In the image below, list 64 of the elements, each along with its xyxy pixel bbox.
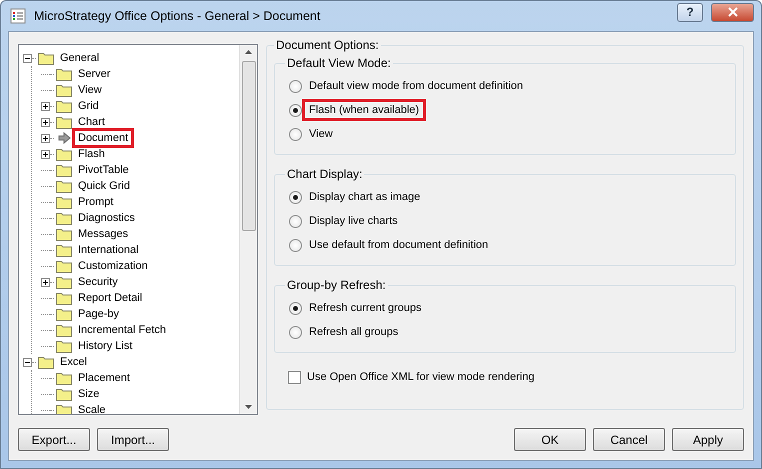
folder-icon (38, 355, 54, 369)
radio-button[interactable] (289, 302, 302, 314)
tree-item[interactable]: Document (72, 128, 134, 148)
radio-button[interactable] (289, 128, 302, 140)
option-label: Use default from document definition (308, 238, 490, 253)
checkbox-label: Use Open Office XML for view mode rendering (307, 371, 534, 383)
app-icon (10, 8, 26, 24)
group-title: Group-by Refresh: (286, 278, 387, 292)
dialog-button[interactable]: Export... (18, 428, 90, 451)
folder-icon (56, 179, 72, 193)
option-label: Display chart as image (308, 190, 422, 205)
folder-icon (56, 275, 72, 289)
folder-icon (56, 147, 72, 161)
folder-icon (38, 51, 54, 65)
option-label: Refresh all groups (308, 325, 400, 340)
folder-icon (56, 83, 72, 97)
collapse-icon[interactable] (23, 54, 32, 62)
dialog-button[interactable]: OK (514, 428, 586, 451)
folder-icon (56, 115, 72, 129)
folder-icon (56, 387, 72, 401)
option-label: Refresh current groups (308, 301, 422, 316)
dialog-button[interactable]: Import... (97, 428, 169, 451)
expand-icon[interactable] (41, 118, 50, 126)
radio-button[interactable] (289, 326, 302, 338)
arrow-icon (56, 131, 72, 145)
folder-icon (56, 323, 72, 337)
close-button[interactable] (711, 2, 754, 22)
radio-button[interactable] (289, 214, 302, 228)
group-title: Default View Mode: (286, 56, 392, 70)
expand-icon[interactable] (41, 150, 50, 158)
radio-button[interactable] (289, 190, 302, 204)
folder-icon (56, 307, 72, 321)
option-label: Flash (when available) (302, 99, 426, 121)
dialog-button[interactable]: Apply (672, 428, 744, 451)
help-button[interactable]: ? (677, 2, 703, 22)
folder-icon (56, 227, 72, 241)
folder-icon (56, 403, 72, 414)
option-label: Default view mode from document definition (308, 79, 524, 94)
group-title: Chart Display: (286, 167, 364, 181)
folder-icon (56, 211, 72, 225)
radio-button[interactable] (289, 238, 302, 252)
folder-icon (56, 339, 72, 353)
folder-icon (56, 163, 72, 177)
dialog-button[interactable]: Cancel (593, 428, 665, 451)
expand-icon[interactable] (41, 102, 50, 110)
group-title: Document Options: (275, 38, 380, 52)
checkbox[interactable] (288, 370, 301, 384)
close-icon (726, 7, 738, 17)
collapse-icon[interactable] (23, 358, 32, 366)
folder-icon (56, 195, 72, 209)
scrollbar[interactable] (239, 45, 257, 414)
folder-icon (56, 371, 72, 385)
folder-icon (56, 259, 72, 273)
window-title: MicroStrategy Office Options - General > Document (34, 9, 322, 23)
expand-icon[interactable] (41, 134, 50, 142)
option-label: Display live charts (308, 214, 399, 229)
folder-icon (56, 243, 72, 257)
radio-button[interactable] (289, 80, 302, 92)
folder-icon (56, 99, 72, 113)
option-label: View (308, 127, 334, 142)
folder-icon (56, 291, 72, 305)
radio-button[interactable] (289, 104, 302, 116)
folder-icon (56, 67, 72, 81)
expand-icon[interactable] (41, 278, 50, 286)
